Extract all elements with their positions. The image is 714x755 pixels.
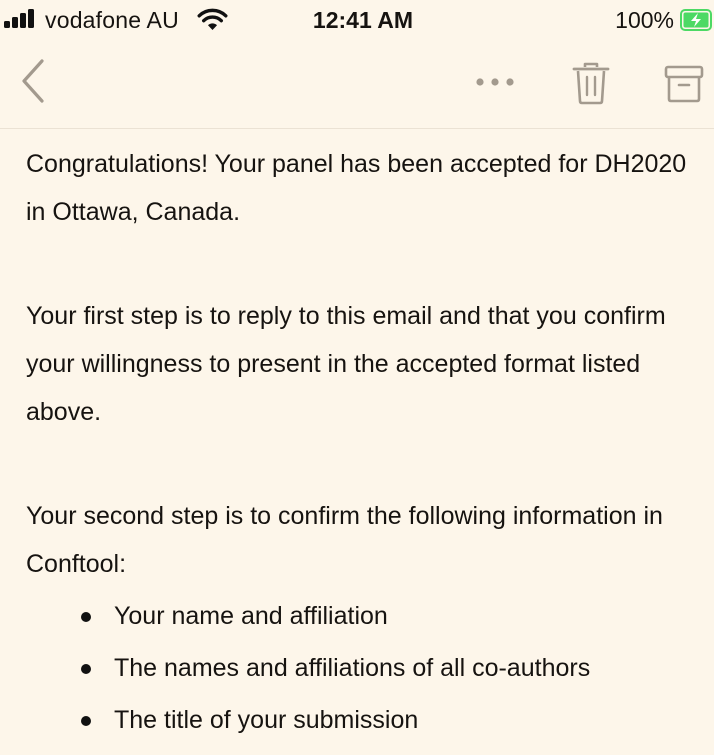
list-item: The names and affiliations of all co-aut… (26, 642, 702, 694)
trash-icon[interactable] (571, 62, 611, 106)
list-item: Your name and affiliation (26, 590, 702, 642)
carrier-name: vodafone AU (45, 7, 179, 33)
info-checklist: Your name and affiliation The names and … (26, 590, 702, 746)
more-options-icon[interactable] (474, 72, 516, 92)
list-item-text: Your name and affiliation (114, 602, 388, 630)
archive-icon[interactable] (664, 64, 704, 104)
list-item: The title of your submission (26, 694, 702, 746)
bullet-icon (81, 664, 91, 674)
email-toolbar (0, 42, 714, 129)
bullet-icon (81, 716, 91, 726)
email-paragraph: Your second step is to confirm the follo… (26, 502, 663, 578)
bullet-icon (81, 612, 91, 622)
status-bar: vodafone AU 12:41 AM 100% (0, 0, 714, 42)
email-paragraph: Your first step is to reply to this emai… (26, 302, 666, 426)
wifi-icon (197, 8, 228, 30)
status-time: 12:41 AM (312, 7, 414, 33)
battery-charging-icon (680, 9, 712, 31)
signal-strength-icon (4, 9, 38, 28)
email-paragraph: Congratulations! Your panel has been acc… (26, 150, 687, 226)
back-chevron-icon[interactable] (18, 58, 48, 104)
list-item-text: The names and affiliations of all co-aut… (114, 654, 591, 682)
list-item-text: The title of your submission (114, 706, 419, 734)
battery-percent: 100% (615, 7, 674, 33)
